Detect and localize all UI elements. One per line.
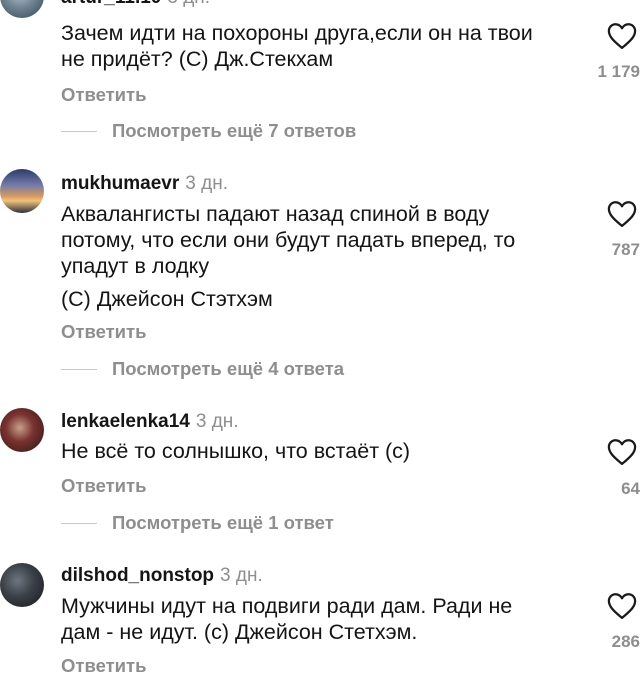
heart-icon[interactable] [607, 200, 637, 228]
reply-button[interactable]: Ответить [61, 321, 147, 343]
comment-text: Аквалангисты падают назад спиной в воду … [61, 201, 551, 312]
comment-username[interactable]: lenkaelenka14 3 дн. [61, 411, 239, 433]
comment-text-line: Аквалангисты падают назад спиной в воду … [61, 202, 516, 278]
like-count: 787 [611, 240, 640, 259]
comment-text-line: Зачем идти на похороны друга,если он на … [61, 21, 533, 71]
like-count: 1 179 [597, 62, 640, 81]
view-more-replies[interactable]: Посмотреть ещё 1 ответ [0, 512, 640, 536]
divider-line [61, 131, 97, 132]
comment-username[interactable]: mukhumaevr 3 дн. [61, 173, 228, 195]
view-more-replies-label[interactable]: Посмотреть ещё 7 ответов [112, 120, 356, 142]
reply-button[interactable]: Ответить [61, 84, 147, 106]
reply-button[interactable]: Ответить [61, 475, 147, 497]
comment-text-line: Не всё то солнышко, что встаёт (с) [61, 439, 411, 463]
comment-text: Мужчины идут на подвиги ради дам. Ради н… [61, 593, 551, 645]
comment-username[interactable]: dilshod_nonstop 3 дн. [61, 565, 263, 587]
avatar[interactable] [0, 408, 44, 452]
reply-button[interactable]: Ответить [61, 655, 147, 677]
view-more-replies[interactable]: Посмотреть ещё 7 ответов [0, 120, 640, 144]
comment-time: 3 дн. [195, 411, 239, 432]
username-label[interactable]: mukhumaevr [61, 173, 179, 194]
comment-time: 3 дн. [185, 173, 228, 194]
divider-line [61, 369, 97, 370]
like-count: 286 [611, 632, 640, 651]
heart-icon[interactable] [607, 22, 637, 50]
heart-icon[interactable] [607, 592, 637, 620]
comment-username[interactable]: artur_11.10 3 дн. [61, 0, 210, 9]
avatar[interactable] [0, 169, 44, 213]
view-more-replies-label[interactable]: Посмотреть ещё 4 ответа [112, 358, 344, 380]
heart-icon[interactable] [607, 438, 637, 466]
username-label[interactable]: lenkaelenka14 [61, 411, 190, 432]
comment-text: Зачем идти на похороны друга,если он на … [61, 20, 551, 72]
comment-text-line: (С) Джейсон Стэтхэм [61, 287, 273, 311]
comment-time: 3 дн. [220, 565, 263, 586]
view-more-replies-label[interactable]: Посмотреть ещё 1 ответ [112, 512, 334, 534]
divider-line [61, 523, 97, 524]
username-label[interactable]: artur_11.10 [61, 0, 161, 8]
avatar[interactable] [0, 0, 44, 18]
comment-text: Не всё то солнышко, что встаёт (с) [61, 438, 551, 464]
like-count: 64 [621, 479, 640, 498]
username-label[interactable]: dilshod_nonstop [61, 565, 214, 586]
avatar[interactable] [0, 563, 44, 607]
comment-text-line: Мужчины идут на подвиги ради дам. Ради н… [61, 594, 513, 644]
comment-time: 3 дн. [167, 0, 210, 8]
view-more-replies[interactable]: Посмотреть ещё 4 ответа [0, 358, 640, 382]
